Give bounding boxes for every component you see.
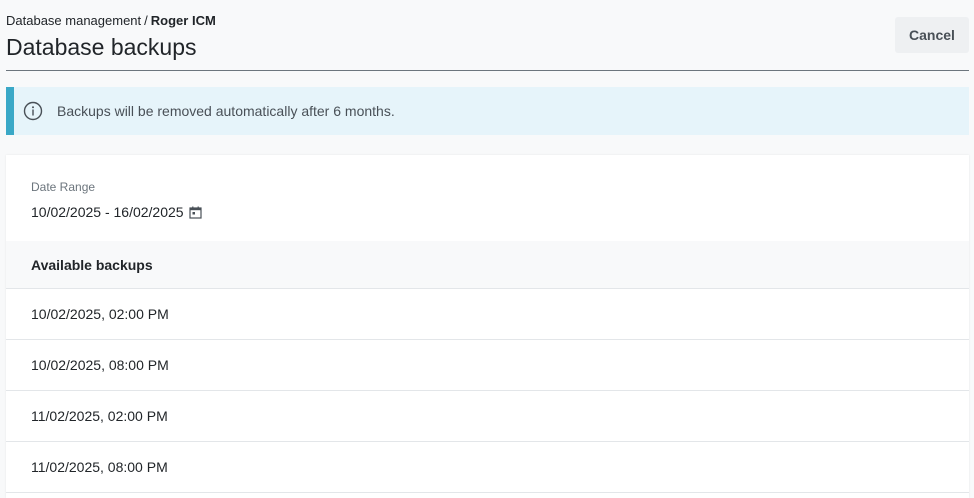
backup-row[interactable]: 11/02/2025, 08:00 PM [6, 442, 969, 493]
breadcrumb-parent[interactable]: Database management [6, 13, 141, 28]
date-range-picker[interactable]: 10/02/2025 - 16/02/2025 [31, 204, 202, 220]
backup-row[interactable]: 10/02/2025, 02:00 PM [6, 289, 969, 340]
date-range-label: Date Range [31, 180, 96, 194]
page-header: Database management / Roger ICM Database b… [6, 0, 969, 71]
backups-list-header: Available backups [6, 241, 969, 289]
info-circle-icon [23, 101, 43, 121]
breadcrumb: Database management / Roger ICM [6, 13, 216, 28]
breadcrumb-current: Roger ICM [150, 13, 216, 28]
backup-timestamp: 11/02/2025, 02:00 PM [31, 408, 168, 424]
backups-header-label: Available backups [31, 256, 153, 273]
info-banner: Backups will be removed automatically af… [6, 87, 969, 135]
backup-row[interactable]: 11/02/2025, 02:00 PM [6, 391, 969, 442]
info-message: Backups will be removed automatically af… [57, 103, 395, 119]
breadcrumb-separator: / [144, 13, 148, 28]
backup-timestamp: 11/02/2025, 08:00 PM [31, 459, 168, 475]
page-title: Database backups [6, 34, 197, 60]
cancel-button[interactable]: Cancel [895, 17, 969, 53]
backup-timestamp: 10/02/2025, 08:00 PM [31, 357, 169, 373]
backups-card: Date Range 10/02/2025 - 16/02/2025 Avail… [6, 155, 969, 498]
date-range-value: 10/02/2025 - 16/02/2025 [31, 204, 184, 220]
calendar-icon[interactable] [188, 206, 202, 219]
backup-list: 10/02/2025, 02:00 PM 10/02/2025, 08:00 P… [6, 289, 969, 493]
backup-timestamp: 10/02/2025, 02:00 PM [31, 306, 169, 322]
backup-row[interactable]: 10/02/2025, 08:00 PM [6, 340, 969, 391]
